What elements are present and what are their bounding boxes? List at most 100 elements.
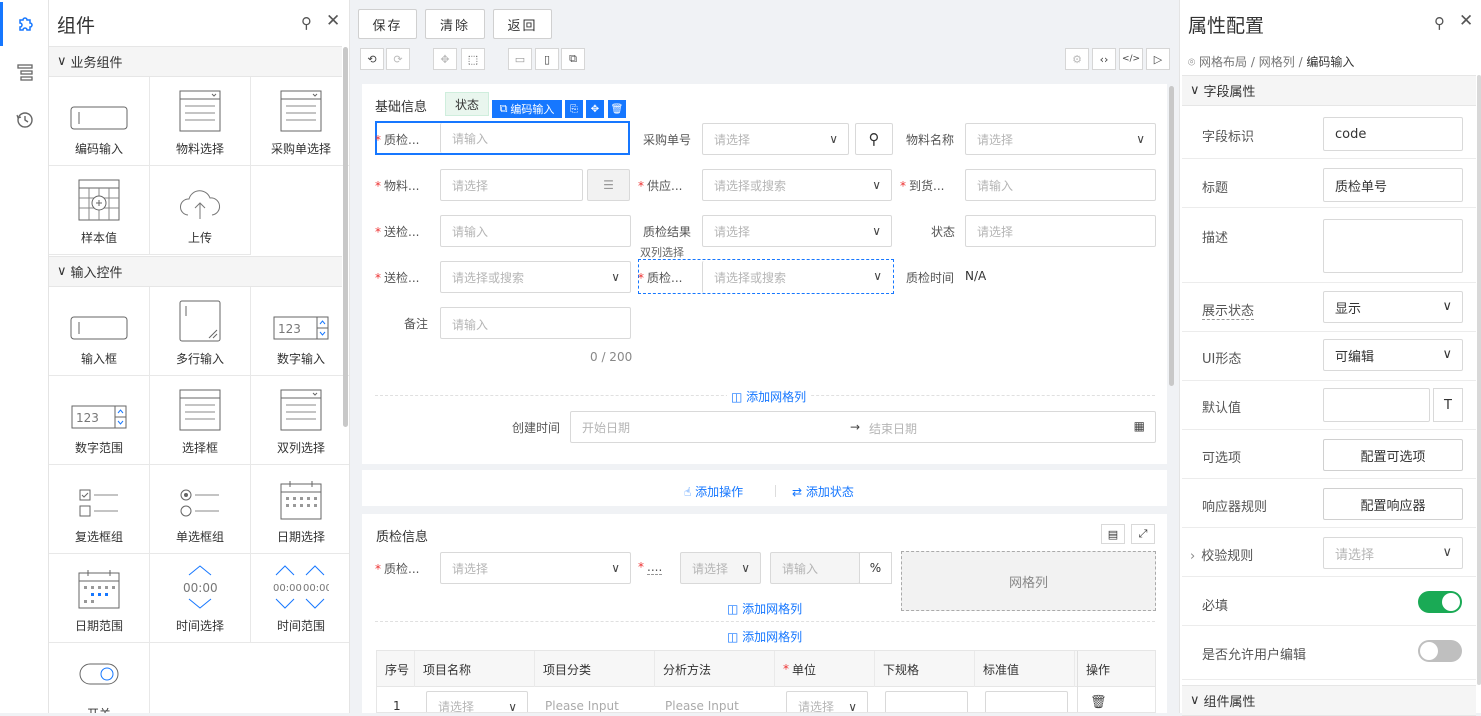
redo-icon[interactable]: ⟳ — [386, 48, 410, 70]
save-button[interactable]: 保存 — [358, 9, 417, 39]
unit-suffix: % — [859, 552, 892, 584]
qc-result-select[interactable]: 请选择 ∨ — [702, 215, 892, 247]
select-area-icon[interactable]: ⬚ — [461, 48, 485, 70]
component-number-range[interactable]: 123 数字范围 — [49, 376, 150, 465]
panel-scrollbar[interactable] — [1477, 75, 1481, 685]
text-type-icon[interactable]: T — [1433, 388, 1463, 422]
component-switch[interactable]: 开关 — [49, 643, 150, 713]
arrival-input[interactable]: 请输入 — [965, 169, 1156, 201]
created-date-range[interactable]: 开始日期 → 结束日期 ▦ — [570, 411, 1156, 443]
section-field-props[interactable]: ∨ 字段属性 — [1182, 75, 1476, 106]
add-grid-column-link[interactable]: ◫ 添加网格列 — [727, 600, 802, 617]
supplier-select[interactable]: 请选择或搜索 ∨ — [702, 169, 892, 201]
settings-icon[interactable]: ⚙ — [1065, 48, 1089, 70]
validation-rule-select[interactable]: 请选择 ∨ — [1323, 537, 1463, 569]
display-state-select[interactable]: 显示 ∨ — [1323, 291, 1463, 323]
component-purchase-order-select[interactable]: 采购单选择 — [251, 77, 349, 166]
undo-icon[interactable]: ⟲ — [360, 48, 384, 70]
title-input[interactable]: 质检单号 — [1323, 168, 1463, 202]
component-material-select[interactable]: 物料选择 — [150, 77, 251, 166]
grid-column-placeholder[interactable]: 网格列 — [901, 551, 1156, 611]
canvas-scrollbar[interactable] — [1169, 86, 1174, 386]
add-grid-column-link[interactable]: ◫ 添加网格列 — [727, 388, 811, 405]
configure-options-button[interactable]: 配置可选项 — [1323, 439, 1463, 471]
drag-move-icon[interactable]: ✥ — [586, 100, 604, 118]
breadcrumb-item[interactable]: 网格布局 — [1199, 55, 1247, 69]
component-time-picker[interactable]: 00:00 时间选择 — [150, 554, 251, 643]
tree-list-icon[interactable] — [0, 50, 49, 94]
user-edit-toggle[interactable] — [1418, 640, 1462, 662]
status-tag[interactable]: 状态 — [445, 92, 489, 116]
field-id-input[interactable]: code — [1323, 117, 1463, 151]
component-checkbox-group[interactable]: 复选框组 — [49, 465, 150, 554]
component-date-range[interactable]: 日期范围 — [49, 554, 150, 643]
component-sample-value[interactable]: 样本值 — [49, 166, 150, 255]
project-category-input[interactable]: Please Input — [545, 699, 619, 712]
move-icon[interactable]: ✥ — [433, 48, 457, 70]
required-toggle[interactable] — [1418, 591, 1462, 613]
breadcrumb-item[interactable]: 网格列 — [1259, 55, 1295, 69]
list-icon[interactable]: ☰ — [587, 169, 630, 201]
default-value-input[interactable] — [1323, 388, 1430, 422]
remark-textarea[interactable]: 请输入 — [440, 307, 631, 339]
add-grid-column-link[interactable]: ◫ 添加网格列 — [727, 628, 802, 645]
panel-scrollbar[interactable] — [343, 47, 348, 427]
close-icon[interactable]: ✕ — [326, 11, 340, 31]
inspection-input[interactable]: 请输入 — [440, 215, 631, 247]
unit-select[interactable]: 请选择 ∨ — [680, 552, 761, 584]
tablet-view-icon[interactable]: ⧉ — [561, 48, 585, 70]
code-icon[interactable]: </> — [1119, 48, 1143, 70]
analysis-method-input[interactable]: Please Input — [665, 699, 739, 712]
search-icon[interactable]: ⚲ — [855, 123, 893, 155]
chevron-right-icon[interactable]: › — [1190, 549, 1195, 564]
qc-select-2[interactable]: 请选择 ∨ — [440, 552, 631, 584]
pin-icon[interactable]: ⚲ — [301, 14, 312, 32]
component-upload[interactable]: 上传 — [150, 166, 251, 255]
history-icon[interactable] — [0, 98, 49, 142]
mobile-view-icon[interactable]: ▯ — [535, 48, 559, 70]
configure-responder-button[interactable]: 配置响应器 — [1323, 488, 1463, 520]
component-dual-select[interactable]: 双列选择 — [251, 376, 349, 465]
back-button[interactable]: 返回 — [493, 9, 552, 39]
percent-input[interactable]: 请输入 — [770, 552, 860, 584]
lower-spec-input[interactable] — [885, 691, 968, 712]
braces-icon[interactable]: ‹› — [1092, 48, 1116, 70]
qc-select[interactable]: 请选择或搜索 ∨ — [702, 261, 892, 293]
component-date-picker[interactable]: 日期选择 — [251, 465, 349, 554]
desktop-view-icon[interactable]: ▭ — [508, 48, 532, 70]
delete-icon[interactable]: 🗑 — [608, 100, 626, 118]
section-business-components[interactable]: ∨ 业务组件 — [49, 46, 342, 77]
ui-form-select[interactable]: 可编辑 ∨ — [1323, 339, 1463, 371]
layout-icon[interactable]: ▤ — [1101, 524, 1125, 544]
component-number-input[interactable]: 123 数字输入 — [251, 287, 349, 376]
section-component-props[interactable]: ∨ 组件属性 — [1182, 685, 1476, 716]
material-select[interactable]: 请选择 — [440, 169, 583, 201]
description-textarea[interactable] — [1323, 219, 1463, 273]
copy-icon[interactable]: ⎘ — [565, 100, 583, 118]
component-select[interactable]: 选择框 — [150, 376, 251, 465]
expand-icon[interactable]: ⤢ — [1131, 524, 1155, 544]
project-name-select[interactable]: 请选择 ∨ — [426, 691, 528, 712]
component-time-range[interactable]: 00:00 00:00 时间范围 — [251, 554, 349, 643]
component-code-input[interactable]: 编码输入 — [49, 77, 150, 166]
trash-icon[interactable]: 🗑 — [1090, 695, 1107, 710]
component-radio-group[interactable]: 单选框组 — [150, 465, 251, 554]
inspection-select[interactable]: 请选择或搜索 ∨ — [440, 261, 631, 293]
add-action-link[interactable]: ☝ 添加操作 — [684, 483, 743, 500]
standard-value-input[interactable] — [985, 691, 1068, 712]
material-name-select[interactable]: 请选择 ∨ — [965, 123, 1156, 155]
status-select[interactable]: 请选择 — [965, 215, 1156, 247]
clear-button[interactable]: 清除 — [425, 9, 485, 39]
preview-play-icon[interactable]: ▷ — [1146, 48, 1170, 70]
code-input[interactable]: 请输入 — [440, 123, 628, 153]
close-icon[interactable]: ✕ — [1459, 11, 1473, 31]
puzzle-icon[interactable] — [0, 2, 49, 46]
pin-icon[interactable]: ⚲ — [1434, 14, 1445, 32]
selected-component-tag[interactable]: ⧉ 编码输入 — [492, 100, 562, 118]
section-input-controls[interactable]: ∨ 输入控件 — [49, 256, 342, 287]
component-input[interactable]: 输入框 — [49, 287, 150, 376]
add-state-link[interactable]: ⇄ 添加状态 — [792, 483, 854, 500]
component-textarea[interactable]: 多行输入 — [150, 287, 251, 376]
purchase-order-select[interactable]: 请选择 ∨ — [702, 123, 849, 155]
unit-row-select[interactable]: 请选择 ∨ — [786, 691, 868, 712]
